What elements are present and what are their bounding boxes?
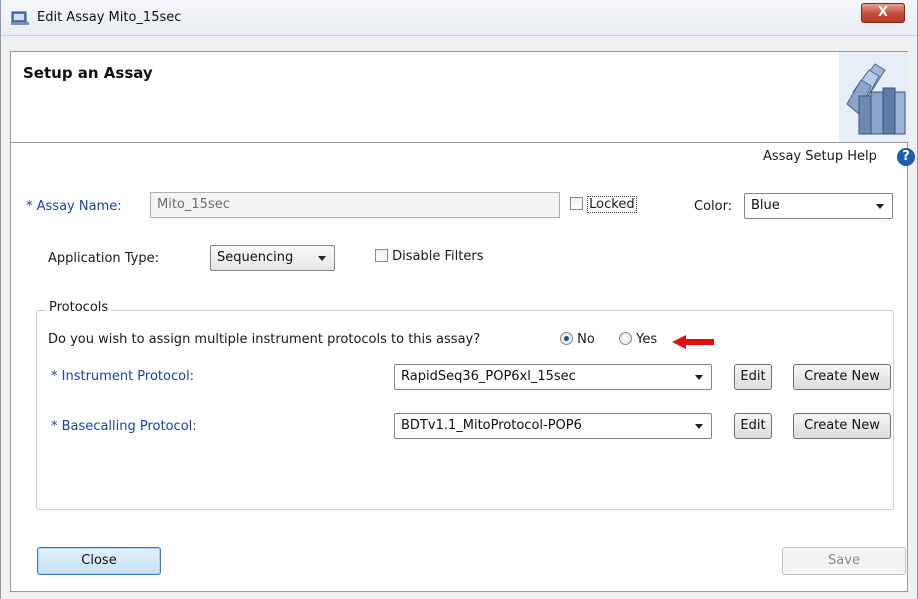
page-title: Setup an Assay	[23, 64, 153, 82]
assay-books-icon	[839, 52, 909, 142]
assay-name-label-group: * Assay Name:	[26, 199, 122, 214]
instrument-edit-button[interactable]: Edit	[734, 364, 772, 390]
basecalling-create-new-button[interactable]: Create New	[793, 413, 891, 439]
radio-yes-group[interactable]: Yes	[619, 332, 657, 347]
application-type-value: Sequencing	[217, 250, 294, 265]
required-marker: *	[51, 419, 58, 434]
color-select[interactable]: Blue	[744, 193, 893, 219]
protocols-legend: Protocols	[46, 300, 112, 315]
header-panel: Setup an Assay	[10, 51, 909, 143]
color-select-value: Blue	[751, 198, 780, 213]
assay-setup-help-link[interactable]: Assay Setup Help	[763, 149, 877, 164]
window-title: Edit Assay Mito_15sec	[37, 10, 182, 25]
help-icon[interactable]: ?	[897, 148, 915, 166]
disable-filters-checkbox[interactable]	[375, 249, 388, 262]
required-marker: *	[51, 369, 58, 384]
chevron-down-icon	[695, 375, 703, 380]
locked-checkbox[interactable]	[570, 197, 583, 210]
chevron-down-icon	[318, 256, 326, 261]
edit-assay-window: Edit Assay Mito_15sec X Setup an Assay A…	[0, 0, 918, 599]
radio-no-label: No	[577, 332, 595, 347]
basecalling-protocol-label-group: * Basecalling Protocol:	[51, 419, 197, 434]
instrument-protocol-select[interactable]: RapidSeq36_POP6xl_15sec	[394, 364, 712, 390]
instrument-protocol-label: Instrument Protocol:	[61, 369, 195, 384]
radio-yes[interactable]	[619, 332, 632, 345]
basecalling-protocol-label: Basecalling Protocol:	[61, 419, 197, 434]
assay-name-label: Assay Name:	[36, 199, 122, 214]
multiple-protocols-question: Do you wish to assign multiple instrumen…	[48, 332, 481, 347]
instrument-protocol-label-group: * Instrument Protocol:	[51, 369, 194, 384]
application-type-label: Application Type:	[48, 251, 160, 266]
basecalling-edit-button[interactable]: Edit	[734, 413, 772, 439]
window-close-button[interactable]: X	[861, 3, 905, 23]
basecalling-protocol-select[interactable]: BDTv1.1_MitoProtocol-POP6	[394, 413, 712, 439]
required-marker: *	[26, 199, 33, 214]
instrument-create-new-button[interactable]: Create New	[793, 364, 891, 390]
assay-form: Assay Setup Help ? * Assay Name: Mito_15…	[10, 143, 915, 592]
assay-name-input[interactable]: Mito_15sec	[150, 192, 560, 218]
instrument-protocol-value: RapidSeq36_POP6xl_15sec	[401, 369, 576, 384]
disable-filters-group[interactable]: Disable Filters	[375, 249, 483, 264]
radio-yes-label: Yes	[636, 332, 658, 347]
disable-filters-label: Disable Filters	[392, 249, 484, 264]
color-label: Color:	[694, 199, 733, 214]
red-arrow-annotation-icon	[672, 335, 714, 349]
app-icon	[11, 11, 29, 25]
application-type-select[interactable]: Sequencing	[210, 245, 335, 271]
save-button[interactable]: Save	[782, 547, 906, 575]
radio-no-group[interactable]: No	[560, 332, 595, 347]
locked-label: Locked	[587, 196, 637, 213]
radio-no[interactable]	[560, 332, 573, 345]
basecalling-protocol-value: BDTv1.1_MitoProtocol-POP6	[401, 418, 582, 433]
close-button[interactable]: Close	[37, 547, 161, 575]
chevron-down-icon	[876, 204, 884, 209]
chevron-down-icon	[695, 424, 703, 429]
title-bar: Edit Assay Mito_15sec X	[1, 0, 917, 36]
locked-checkbox-group[interactable]: Locked	[570, 196, 637, 213]
